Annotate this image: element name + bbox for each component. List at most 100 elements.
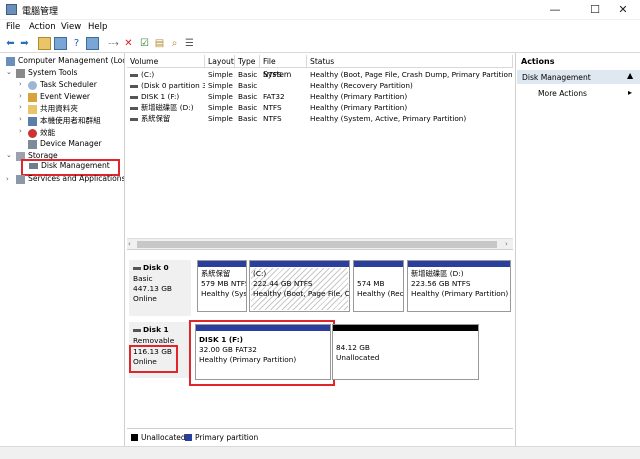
tools-icon <box>16 68 25 78</box>
cell-volume: 系統保留 <box>141 114 171 123</box>
tree-item-root[interactable]: Computer Management (Local <box>6 56 124 66</box>
disk-graphical-view: Disk 0 Basic 447.13 GB Online 系統保留 579 MB… <box>127 256 513 428</box>
tree-item-system-tools[interactable]: System Tools <box>16 68 77 78</box>
tree-item-performance[interactable]: 效能 <box>28 127 55 138</box>
more-actions-label: More Actions <box>538 89 587 98</box>
partition-name <box>357 269 400 279</box>
show-hide-tree-icon[interactable] <box>54 37 67 50</box>
tree-item-services[interactable]: Services and Applications <box>16 174 124 184</box>
partition-size: 574 MB <box>357 279 385 288</box>
menu-file[interactable]: File <box>6 22 20 32</box>
column-header-layout[interactable]: Layout <box>205 55 235 68</box>
table-row[interactable]: DISK 1 (F:) Simple Basic FAT32 Healthy (… <box>127 91 513 102</box>
table-row[interactable]: (Disk 0 partition 3) Simple Basic Health… <box>127 80 513 91</box>
cell-status: Healthy (System, Active, Primary Partiti… <box>310 114 467 123</box>
cell-volume: (C:) <box>141 70 155 79</box>
properties-icon[interactable] <box>86 37 99 50</box>
partition-recovery[interactable]: 574 MB Healthy (Rec <box>353 260 404 312</box>
cell-type: Basic <box>238 114 258 123</box>
menu-help[interactable]: Help <box>88 22 107 32</box>
title-bar: 電腦管理 — ☐ ✕ <box>0 0 640 20</box>
console-tree: Computer Management (Local ⌄ System Tool… <box>0 53 125 446</box>
collapse-icon[interactable]: ▲ <box>627 71 633 80</box>
close-button[interactable]: ✕ <box>606 0 640 20</box>
tree-item-shared-folders[interactable]: 共用資料夾 <box>28 103 78 114</box>
chevron-right-icon[interactable]: › <box>19 115 22 123</box>
disk-1-state: Online <box>133 357 157 366</box>
disk-0-info[interactable]: Disk 0 Basic 447.13 GB Online <box>129 260 191 316</box>
disk-icon <box>133 266 141 270</box>
actions-header: Actions <box>521 57 555 66</box>
tree-item-local-users[interactable]: 本機使用者和群組 <box>28 115 101 126</box>
column-header-status[interactable]: Status <box>307 55 513 68</box>
open-icon[interactable]: ▤ <box>153 37 166 50</box>
partition-size: 222.44 GB NTFS <box>253 279 313 288</box>
chevron-right-icon[interactable]: › <box>6 175 9 183</box>
cell-file-system: NTFS <box>263 70 282 79</box>
forward-arrow-icon[interactable]: ➡ <box>18 37 31 50</box>
disk-1-name: Disk 1 <box>143 325 169 334</box>
chevron-down-icon[interactable]: ⌄ <box>6 151 12 159</box>
chevron-right-icon[interactable]: › <box>19 92 22 100</box>
more-actions[interactable]: More Actions ▸ <box>538 88 638 100</box>
tree-item-task-scheduler[interactable]: Task Scheduler <box>28 80 97 90</box>
scrollbar-thumb[interactable] <box>137 241 497 248</box>
cell-layout: Simple <box>208 103 233 112</box>
partition-unallocated[interactable]: 84.12 GB Unallocated <box>332 324 479 380</box>
partition-status: Unallocated <box>336 353 380 362</box>
column-header-volume[interactable]: Volume <box>127 55 205 68</box>
disk-0-type: Basic <box>133 274 153 283</box>
back-arrow-icon[interactable]: ⬅ <box>4 37 17 50</box>
legend-unallocated: Unallocated <box>141 433 186 442</box>
chevron-right-icon[interactable]: › <box>19 103 22 111</box>
menu-action[interactable]: Action <box>29 22 56 32</box>
horizontal-scrollbar[interactable]: ‹ › <box>127 238 513 249</box>
disk-icon <box>133 328 141 332</box>
volume-icon <box>130 117 138 121</box>
scroll-left-icon[interactable]: ‹ <box>128 240 131 248</box>
up-folder-icon[interactable] <box>38 37 51 50</box>
table-row[interactable]: (C:) Simple Basic NTFS Healthy (Boot, Pa… <box>127 69 513 80</box>
tree-item-device-manager[interactable]: Device Manager <box>28 139 102 149</box>
delete-icon[interactable]: ✕ <box>122 37 135 50</box>
table-row[interactable]: 新增磁碟區 (D:) Simple Basic NTFS Healthy (Pr… <box>127 102 513 113</box>
menu-view[interactable]: View <box>61 22 81 32</box>
tree-item-event-viewer[interactable]: Event Viewer <box>28 92 90 102</box>
partition-name: 系統保留 <box>201 269 231 278</box>
disk-0-name: Disk 0 <box>143 263 169 272</box>
actions-section-label: Disk Management <box>522 73 591 82</box>
partition-status: Healthy (Rec <box>357 289 403 298</box>
chevron-right-icon[interactable]: › <box>19 80 22 88</box>
partition-f-highlight <box>189 320 335 386</box>
disk-1-info[interactable]: Disk 1 Removable 116.13 GB Online <box>129 322 191 378</box>
status-bar <box>0 446 640 459</box>
check-icon[interactable]: ☑ <box>138 37 151 50</box>
partition-system-reserved[interactable]: 系統保留 579 MB NTFS Healthy (Syst <box>197 260 247 312</box>
shared-folder-icon <box>28 104 37 114</box>
chevron-right-icon[interactable]: › <box>19 127 22 135</box>
primary-swatch <box>185 434 192 441</box>
actions-pane: Actions Disk Management ▲ More Actions ▸ <box>515 53 640 446</box>
chevron-down-icon[interactable]: ⌄ <box>6 68 12 76</box>
minimize-button[interactable]: — <box>538 0 572 20</box>
partition-status: Healthy (Syst <box>201 289 246 298</box>
scroll-right-icon[interactable]: › <box>505 240 508 248</box>
legend-primary: Primary partition <box>195 433 259 442</box>
actions-section-disk-management[interactable]: Disk Management ▲ <box>517 70 640 84</box>
volume-icon <box>130 106 138 110</box>
cell-type: Basic <box>238 92 258 101</box>
connect-icon[interactable]: ⤏ <box>107 37 120 50</box>
search-icon[interactable]: ⌕ <box>168 37 181 50</box>
column-header-file-system[interactable]: File System <box>260 55 307 79</box>
users-icon <box>28 116 37 126</box>
disk-icon <box>29 163 38 169</box>
partition-size: 84.12 GB <box>336 343 370 352</box>
table-row[interactable]: 系統保留 Simple Basic NTFS Healthy (System, … <box>127 113 513 124</box>
partition-d[interactable]: 新增磁碟區 (D:) 223.56 GB NTFS Healthy (Primary… <box>407 260 511 312</box>
disk-1-size: 116.13 GB <box>133 347 173 356</box>
help-icon[interactable]: ? <box>70 37 83 50</box>
partition-status: Healthy (Primary Partition) <box>411 289 509 298</box>
column-header-type[interactable]: Type <box>235 55 260 68</box>
list-icon[interactable]: ☰ <box>183 37 196 50</box>
partition-c[interactable]: (C:) 222.44 GB NTFS Healthy (Boot, Page Fi… <box>249 260 350 312</box>
